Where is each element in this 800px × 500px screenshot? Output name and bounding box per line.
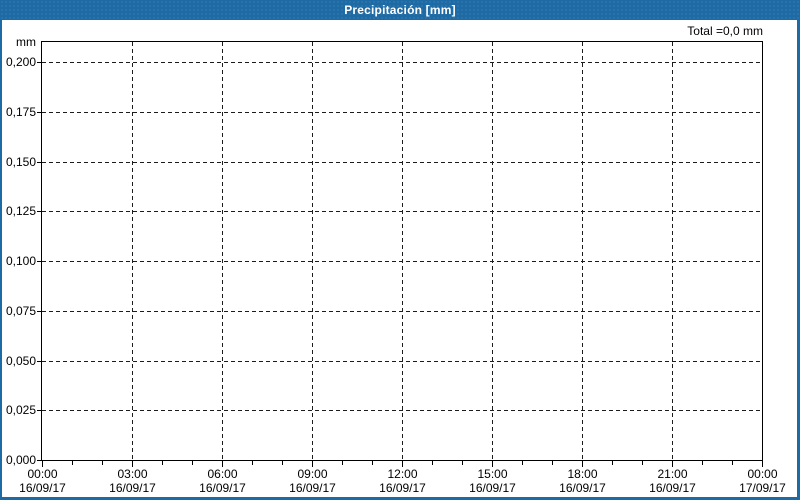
x-minor-tick-mark: [72, 461, 73, 465]
x-grid-line: [492, 42, 493, 460]
x-tick-label-group: 18:00 16/09/17: [548, 467, 618, 495]
x-grid-line: [582, 42, 583, 460]
x-tick-label-group: 21:00 16/09/17: [638, 467, 708, 495]
x-grid-line: [132, 42, 133, 460]
x-tick-date-label: 16/09/17: [379, 481, 426, 495]
x-tick-time-label: 21:00: [657, 467, 688, 481]
x-minor-tick-mark: [462, 461, 463, 465]
y-tick-label: 0,075: [5, 303, 36, 318]
x-minor-tick-mark: [102, 461, 103, 465]
chart-title-bar: Precipitación [mm]: [0, 0, 800, 20]
x-tick-label-group: 06:00 16/09/17: [188, 467, 258, 495]
y-tick-mark: [37, 161, 41, 163]
x-minor-tick-mark: [552, 461, 553, 465]
y-tick-label: 0,200: [5, 55, 36, 69]
x-minor-tick-mark: [702, 461, 703, 465]
y-tick-label: 0,125: [5, 204, 36, 219]
y-tick-mark: [37, 111, 41, 113]
y-tick-mark: [37, 211, 41, 213]
x-minor-tick-mark: [342, 461, 343, 465]
y-tick-mark: [37, 62, 41, 63]
x-minor-tick-mark: [192, 461, 193, 465]
y-tick-mark: [37, 460, 41, 461]
x-tick-date-label: 17/09/17: [739, 481, 786, 495]
y-tick-mark: [37, 310, 41, 312]
x-tick-label-group: 15:00 16/09/17: [458, 467, 528, 495]
total-label: Total =0,0 mm: [687, 24, 763, 38]
x-grid-line: [222, 42, 223, 460]
y-tick-mark: [37, 261, 41, 262]
x-tick-time-label: 12:00: [387, 467, 418, 481]
x-tick-label-group: 03:00 16/09/17: [98, 467, 168, 495]
x-tick-label-group: 12:00 16/09/17: [368, 467, 438, 495]
x-grid-line: [402, 42, 403, 460]
y-tick-label: 0,150: [5, 154, 36, 169]
x-tick-date-label: 16/09/17: [289, 481, 336, 495]
x-tick-label-group: 00:00 17/09/17: [728, 467, 798, 495]
x-tick-time-label: 06:00: [207, 467, 238, 481]
plot-area: [41, 41, 763, 461]
x-minor-tick-mark: [282, 461, 283, 465]
x-minor-tick-mark: [162, 461, 163, 465]
x-minor-tick-mark: [732, 461, 733, 465]
y-tick-mark: [37, 410, 41, 412]
x-tick-time-label: 09:00: [297, 467, 328, 481]
chart-title: Precipitación [mm]: [344, 3, 456, 17]
x-minor-tick-mark: [612, 461, 613, 465]
y-tick-label: 0,025: [5, 403, 36, 418]
x-tick-label-group: 09:00 16/09/17: [278, 467, 348, 495]
x-minor-tick-mark: [642, 461, 643, 465]
y-axis-unit-label: mm: [16, 35, 36, 49]
x-minor-tick-mark: [522, 461, 523, 465]
y-tick-label: 0,175: [5, 104, 36, 119]
x-grid-line: [672, 42, 673, 460]
x-tick-time-label: 18:00: [567, 467, 598, 481]
x-tick-time-label: 00:00: [747, 467, 778, 481]
chart-window: Precipitación [mm] Total =0,0 mm mm 0,00…: [0, 0, 800, 500]
y-tick-label: 0,000: [5, 453, 36, 467]
x-tick-date-label: 16/09/17: [649, 481, 696, 495]
y-tick-label: 0,100: [5, 254, 36, 268]
x-minor-tick-mark: [252, 461, 253, 465]
x-tick-date-label: 16/09/17: [109, 481, 156, 495]
y-tick-label: 0,050: [5, 353, 36, 368]
x-minor-tick-mark: [432, 461, 433, 465]
x-tick-date-label: 16/09/17: [469, 481, 516, 495]
x-tick-label-group: 00:00 16/09/17: [8, 467, 78, 495]
x-grid-line: [312, 42, 313, 460]
x-tick-date-label: 16/09/17: [199, 481, 246, 495]
x-minor-tick-mark: [372, 461, 373, 465]
x-tick-time-label: 15:00: [477, 467, 508, 481]
x-tick-time-label: 03:00: [117, 467, 148, 481]
x-tick-date-label: 16/09/17: [559, 481, 606, 495]
chart-area: Total =0,0 mm mm 0,000 0,025 0,050 0,075 0,1…: [2, 20, 797, 497]
y-tick-mark: [37, 360, 41, 362]
x-tick-time-label: 00:00: [27, 467, 58, 481]
x-tick-date-label: 16/09/17: [19, 481, 66, 495]
